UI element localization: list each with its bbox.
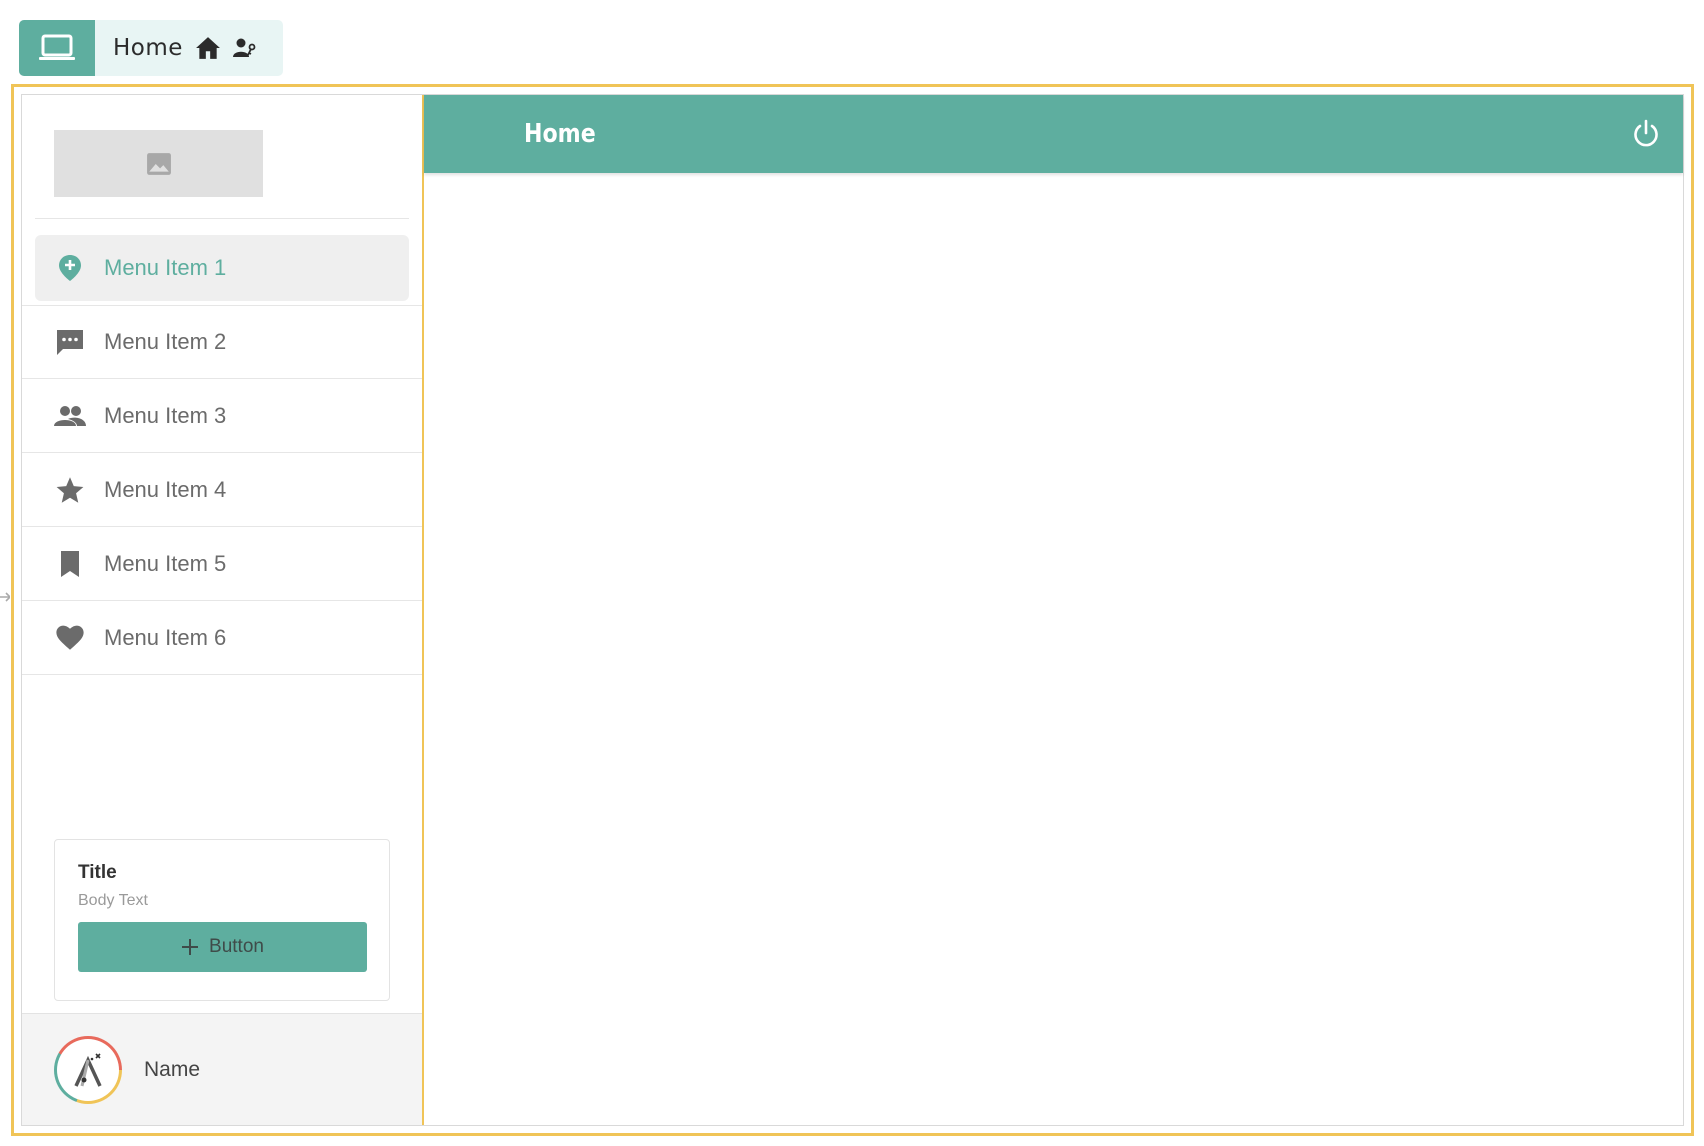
sidebar: Menu Item 1 Menu Item 2 Menu Item 3 Menu… (22, 95, 424, 1125)
star-icon (54, 476, 86, 504)
people-icon (54, 405, 86, 427)
topbar: Home (424, 95, 1683, 173)
sidebar-item-6[interactable]: Menu Item 6 (22, 601, 422, 675)
sidebar-item-5[interactable]: Menu Item 5 (22, 527, 422, 601)
promo-card: Title Body Text Button (54, 839, 390, 1001)
heart-icon (54, 625, 86, 651)
sidebar-item-label: Menu Item 5 (104, 550, 227, 576)
card-title: Title (78, 862, 117, 883)
sidebar-item-label: Menu Item 4 (104, 476, 227, 502)
chat-icon (54, 328, 86, 356)
power-icon (1634, 119, 1658, 147)
sidebar-item-3[interactable]: Menu Item 3 (22, 379, 422, 453)
image-icon (146, 152, 171, 175)
sidebar-item-4[interactable]: Menu Item 4 (22, 453, 422, 527)
selection-frame: Menu Item 1 Menu Item 2 Menu Item 3 Menu… (11, 84, 1694, 1136)
magic-a-icon (74, 1052, 102, 1087)
card-button[interactable]: Button (78, 922, 367, 972)
resize-handle[interactable] (0, 590, 12, 606)
sidebar-item-label: Menu Item 3 (104, 402, 227, 428)
user-profile[interactable]: Name (22, 1013, 422, 1125)
map-pin-plus-icon (54, 254, 86, 282)
user-name: Name (144, 1057, 201, 1081)
home-icon[interactable] (195, 36, 221, 60)
card-button-label: Button (209, 936, 264, 957)
logo-placeholder[interactable] (54, 130, 263, 197)
logo-area (35, 95, 409, 219)
bookmark-icon (54, 550, 86, 578)
sidebar-item-2[interactable]: Menu Item 2 (22, 305, 422, 379)
app-window: Menu Item 1 Menu Item 2 Menu Item 3 Menu… (21, 94, 1684, 1126)
page-title: Home (524, 119, 596, 149)
breadcrumb: Home (19, 20, 283, 76)
sidebar-item-label: Menu Item 1 (104, 255, 227, 280)
sidebar-item-1[interactable]: Menu Item 1 (35, 235, 409, 301)
main-content: Home (424, 95, 1683, 1125)
breadcrumb-title: Home (113, 35, 183, 61)
power-button[interactable] (1631, 119, 1661, 149)
plus-icon (182, 939, 199, 955)
sidebar-item-label: Menu Item 6 (104, 624, 227, 650)
sidebar-menu: Menu Item 1 Menu Item 2 Menu Item 3 Menu… (22, 235, 422, 675)
sidebar-item-label: Menu Item 2 (104, 329, 227, 354)
laptop-tile[interactable] (19, 20, 95, 76)
laptop-icon (39, 34, 75, 60)
card-body: Body Text (78, 892, 148, 909)
user-key-icon[interactable] (232, 37, 257, 59)
avatar[interactable] (54, 1035, 122, 1104)
